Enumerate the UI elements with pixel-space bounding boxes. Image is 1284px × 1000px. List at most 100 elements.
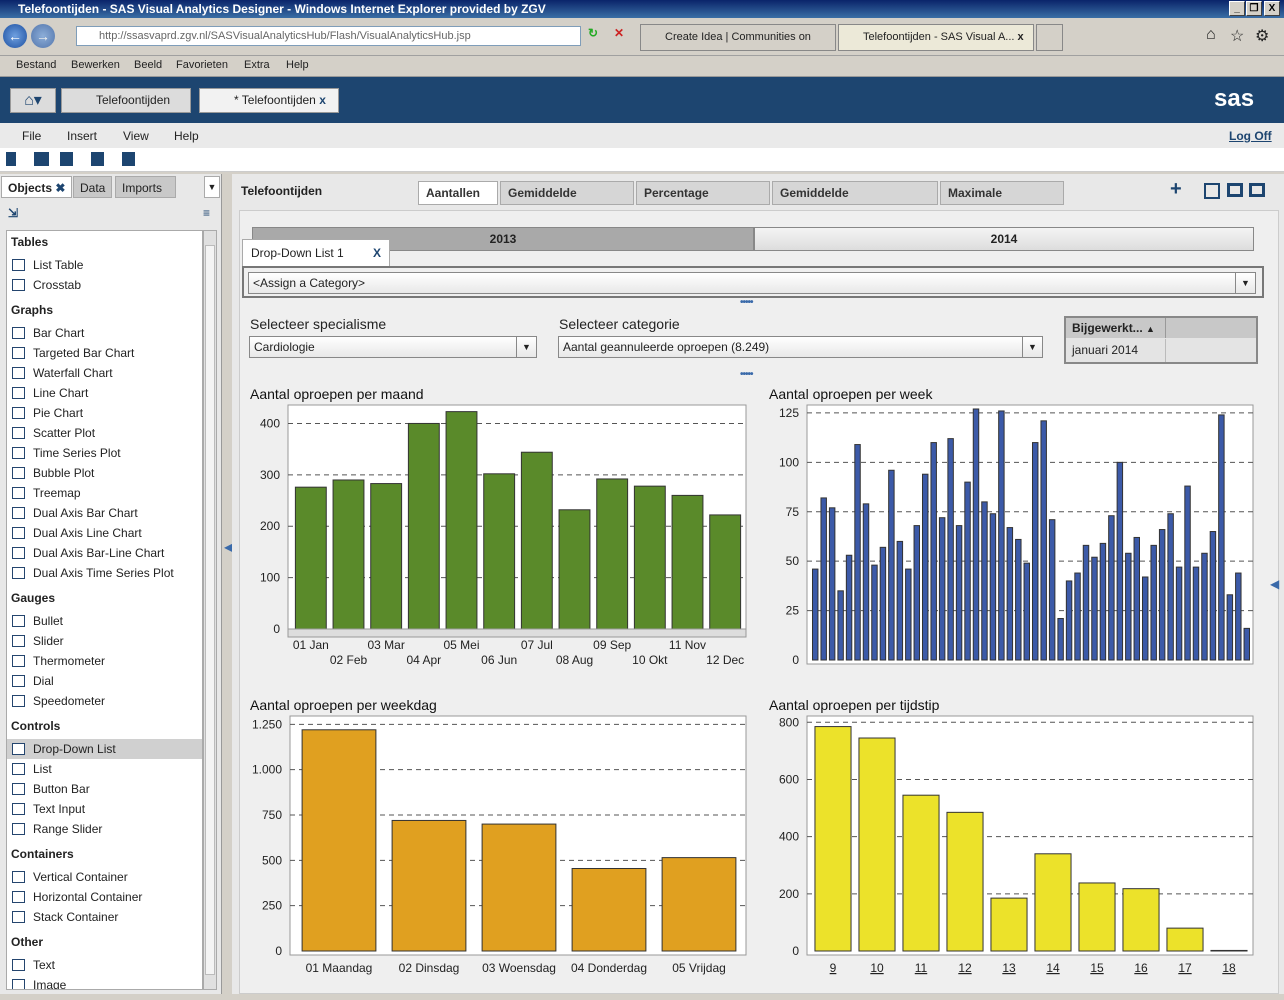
menu-bewerken[interactable]: Bewerken xyxy=(71,59,120,71)
home-menu-button[interactable]: ⌂▾ xyxy=(10,88,56,113)
x-tick-label[interactable]: 16 xyxy=(1134,961,1148,975)
menu-file[interactable]: File xyxy=(22,129,41,143)
bar[interactable] xyxy=(1034,853,1072,952)
add-tab-icon[interactable]: + xyxy=(1170,178,1182,201)
object-drop-down-list[interactable]: Drop-Down List xyxy=(7,739,202,759)
object-range-slider[interactable]: Range Slider xyxy=(7,819,202,839)
object-crosstab[interactable]: Crosstab xyxy=(7,275,202,295)
panel-menu-dropdown[interactable]: ▼ xyxy=(204,176,220,198)
open-folder-icon[interactable] xyxy=(34,152,49,166)
restore-button[interactable]: ❐ xyxy=(1246,1,1262,16)
x-tick-label[interactable]: 15 xyxy=(1090,961,1104,975)
close-tab-icon[interactable]: x xyxy=(1018,31,1024,43)
favorites-star-icon[interactable]: ☆ xyxy=(1230,26,1244,46)
tab-imports[interactable]: Imports xyxy=(115,176,176,198)
address-bar[interactable]: http://ssasvaprd.zgv.nl/SASVisualAnalyti… xyxy=(76,26,581,46)
bar[interactable] xyxy=(990,897,1028,952)
bar[interactable] xyxy=(858,737,896,952)
object-slider[interactable]: Slider xyxy=(7,631,202,651)
object-horizontal-container[interactable]: Horizontal Container xyxy=(7,887,202,907)
print-icon[interactable] xyxy=(91,152,104,166)
new-object-icon[interactable]: ⇲ xyxy=(8,206,18,220)
close-icon[interactable]: ✖ xyxy=(55,181,65,195)
object-dual-axis-time-series-plot[interactable]: Dual Axis Time Series Plot xyxy=(7,563,202,583)
browser-tab-active[interactable]: Telefoontijden - SAS Visual A... x xyxy=(838,24,1034,51)
object-targeted-bar-chart[interactable]: Targeted Bar Chart xyxy=(7,343,202,363)
bar[interactable] xyxy=(1122,888,1160,952)
log-off-link[interactable]: Log Off xyxy=(1229,129,1272,143)
menu-extra[interactable]: Extra xyxy=(244,59,270,71)
menu-beeld[interactable]: Beeld xyxy=(134,59,162,71)
report-tab-2[interactable]: Percentage annuleer xyxy=(636,181,770,222)
object-treemap[interactable]: Treemap xyxy=(7,483,202,503)
object-list[interactable]: List xyxy=(7,759,202,779)
object-image[interactable]: Image xyxy=(7,975,202,989)
forward-button[interactable]: → xyxy=(31,24,55,48)
bar[interactable] xyxy=(1078,882,1116,952)
bar[interactable] xyxy=(1166,927,1204,952)
object-bullet[interactable]: Bullet xyxy=(7,611,202,631)
object-time-series-plot[interactable]: Time Series Plot xyxy=(7,443,202,463)
object-dual-axis-bar-line-chart[interactable]: Dual Axis Bar-Line Chart xyxy=(7,543,202,563)
close-window-button[interactable]: X xyxy=(1264,1,1280,16)
tab-data[interactable]: Data xyxy=(73,176,113,198)
object-waterfall-chart[interactable]: Waterfall Chart xyxy=(7,363,202,383)
menu-help[interactable]: Help xyxy=(286,59,309,71)
object-speedometer[interactable]: Speedometer xyxy=(7,691,202,711)
layout-alt-icon[interactable] xyxy=(1249,183,1265,197)
close-icon[interactable]: x xyxy=(319,93,326,107)
maximize-icon[interactable] xyxy=(1204,183,1220,199)
x-tick-label[interactable]: 13 xyxy=(1002,961,1016,975)
bar[interactable] xyxy=(814,726,852,952)
object-dual-axis-line-chart[interactable]: Dual Axis Line Chart xyxy=(7,523,202,543)
object-text-input[interactable]: Text Input xyxy=(7,799,202,819)
browser-tab[interactable]: Create Idea | Communities on SAS xyxy=(640,24,836,68)
report-tab-4[interactable]: Maximale wachttijd xyxy=(940,181,1064,222)
x-tick-label[interactable]: 14 xyxy=(1046,961,1060,975)
minimize-button[interactable]: _ xyxy=(1229,1,1245,16)
refresh-icon[interactable]: ↻ xyxy=(588,26,608,46)
x-tick-label[interactable]: 10 xyxy=(870,961,884,975)
object-vertical-container[interactable]: Vertical Container xyxy=(7,867,202,887)
object-bubble-plot[interactable]: Bubble Plot xyxy=(7,463,202,483)
object-text[interactable]: Text xyxy=(7,955,202,975)
x-tick-label[interactable]: 9 xyxy=(830,961,837,975)
save-icon[interactable] xyxy=(60,152,73,166)
object-list-table[interactable]: List Table xyxy=(7,255,202,275)
layout-icon[interactable] xyxy=(1227,183,1243,197)
object-bar-chart[interactable]: Bar Chart xyxy=(7,323,202,343)
object-stack-container[interactable]: Stack Container xyxy=(7,907,202,927)
tab-objects[interactable]: Objects ✖ xyxy=(1,176,73,198)
gear-icon[interactable]: ⚙ xyxy=(1255,26,1269,46)
bar[interactable] xyxy=(1210,949,1248,952)
bar[interactable] xyxy=(946,811,984,952)
menu-help[interactable]: Help xyxy=(174,129,199,143)
x-tick-label[interactable]: 17 xyxy=(1178,961,1192,975)
object-scatter-plot[interactable]: Scatter Plot xyxy=(7,423,202,443)
object-thermometer[interactable]: Thermometer xyxy=(7,651,202,671)
menu-bestand[interactable]: Bestand xyxy=(16,59,56,71)
sas-tab-telefoontijden-edit[interactable]: * Telefoontijden x xyxy=(199,88,339,113)
menu-favorieten[interactable]: Favorieten xyxy=(176,59,228,71)
bar[interactable] xyxy=(902,794,940,952)
stop-icon[interactable]: ✕ xyxy=(614,26,632,46)
report-tab-0[interactable]: Aantallen ✖ xyxy=(418,181,498,222)
collapse-right-panel-handle[interactable]: ◀ xyxy=(1270,577,1279,591)
list-options-icon[interactable]: ≡ xyxy=(203,206,210,220)
x-tick-label[interactable]: 18 xyxy=(1222,961,1236,975)
x-tick-label[interactable]: 12 xyxy=(958,961,972,975)
new-tab-button[interactable] xyxy=(1036,24,1063,51)
report-tab-3[interactable]: Gemiddelde gespreksduur xyxy=(772,181,938,222)
menu-insert[interactable]: Insert xyxy=(67,129,97,143)
back-button[interactable]: ← xyxy=(3,24,27,48)
sas-tab-telefoontijden[interactable]: Telefoontijden xyxy=(61,88,191,113)
x-tick-label[interactable]: 11 xyxy=(915,961,928,975)
object-dual-axis-bar-chart[interactable]: Dual Axis Bar Chart xyxy=(7,503,202,523)
scrollbar[interactable] xyxy=(203,230,217,990)
menu-view[interactable]: View xyxy=(123,129,149,143)
new-report-icon[interactable] xyxy=(6,152,16,166)
view-icon[interactable] xyxy=(122,152,135,166)
report-tab-1[interactable]: Gemiddelde wachttijd xyxy=(500,181,634,222)
object-dial[interactable]: Dial xyxy=(7,671,202,691)
object-pie-chart[interactable]: Pie Chart xyxy=(7,403,202,423)
